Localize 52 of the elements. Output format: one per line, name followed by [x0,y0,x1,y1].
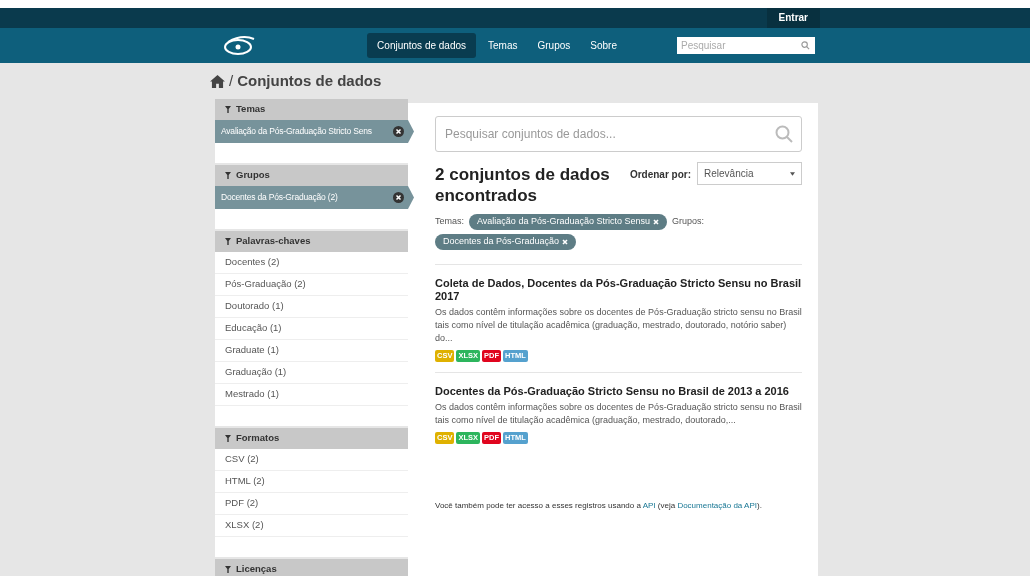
filter-icon [225,106,231,113]
facet-title: Licenças [236,562,277,576]
nav-tab[interactable]: Conjuntos de dados [367,33,477,58]
search-field[interactable]: Pesquisar [677,37,815,54]
pointer-arrow-icon [408,186,414,209]
caret-icon [790,171,795,176]
api-link[interactable]: Documentação da API [677,501,757,510]
filter-icon [225,172,231,179]
results-heading: 2 conjuntos de dados encontrados [435,164,611,206]
nav-tab[interactable]: Grupos [529,33,579,58]
dataset-description: Os dados contêm informações sobre os docentes de Pós-Graduação stricto sensu no Brasil tais como nível de titulação acadêmica (graduação, mestrado, doutorado, notório saber) do... [435,306,802,345]
api-note: Você também pode ter acesso a esses registros usando a API (veja Documentação da API). [435,500,763,512]
facet-title: Palavras-chaves [236,234,311,249]
remove-icon[interactable] [393,192,404,203]
facet-item[interactable]: Mestrado (1) [215,384,408,406]
logo-icon[interactable] [222,35,256,56]
facet-item[interactable]: Doutorado (1) [215,296,408,318]
login-link[interactable]: Entrar [766,8,820,28]
breadcrumb-separator: / [229,70,234,91]
facet-item[interactable]: PDF (2) [215,493,408,515]
facet-title: Grupos [236,168,270,183]
filter-icon [225,238,231,245]
facet-title: Temas [236,102,266,117]
filter-pill[interactable]: Avaliação da Pós-Graduação Stricto Sensu [469,214,667,230]
facet-item[interactable]: XLSX (2) [215,515,408,537]
facet-item[interactable]: Graduate (1) [215,340,408,362]
facet-item[interactable]: Pós-Graduação (2) [215,274,408,296]
pointer-arrow-icon [408,120,414,143]
facet-item[interactable]: Educação (1) [215,318,408,340]
facet-item[interactable]: Graduação (1) [215,362,408,384]
filter-pill[interactable]: Docentes da Pós-Graduação [435,234,577,250]
nav-tab[interactable]: Sobre [582,33,625,58]
dataset-search-field[interactable]: Pesquisar conjuntos de dados... [435,116,802,152]
facet-item[interactable]: Docentes (2) [215,252,408,274]
dataset-description: Os dados contêm informações sobre os docentes de Pós-Graduação stricto sensu no Brasil tais como nível de titulação acadêmica (graduação, mestrado, doutorado,... [435,401,802,427]
facet-title: Formatos [236,431,280,446]
sort-label: Ordenar por: [629,168,691,182]
facet-item[interactable]: HTML (2) [215,471,408,493]
sort-select[interactable]: Relevância [697,162,802,185]
home-icon[interactable] [210,74,225,88]
search-icon[interactable] [801,41,810,50]
facet-item[interactable]: CSV (2) [215,449,408,471]
dataset-title[interactable]: Docentes da Pós-Graduação Stricto Sensu no Brasil de 2013 a 2016 [435,385,802,398]
nav-tab[interactable]: Temas [480,33,526,58]
filter-label: Grupos: [671,215,704,229]
dataset-title[interactable]: Coleta de Dados, Docentes da Pós-Graduação Stricto Sensu no Brasil 2017 [435,277,802,303]
filter-label: Temas: [435,215,464,229]
filter-icon [225,566,231,573]
breadcrumb-text: Conjuntos de dados [237,70,382,91]
filter-icon [225,435,231,442]
remove-icon[interactable] [393,126,404,137]
api-link[interactable]: API [642,501,656,510]
